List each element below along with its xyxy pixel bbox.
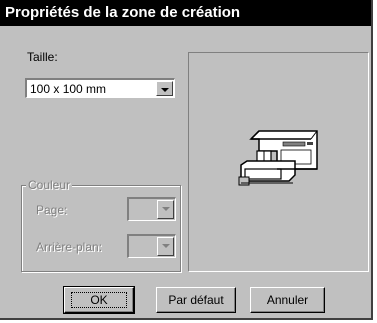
dialog-title: Propriétés de la zone de création (0, 0, 371, 26)
ok-button[interactable]: OK (63, 286, 135, 314)
size-select[interactable]: 100 x 100 mm (25, 78, 175, 98)
default-button[interactable]: Par défaut (156, 287, 236, 313)
design-area-preview (188, 52, 369, 272)
chevron-down-icon[interactable] (157, 237, 174, 256)
page-color-label: Page: (36, 203, 68, 217)
background-color-select[interactable] (127, 234, 176, 258)
chevron-down-icon[interactable] (157, 200, 174, 219)
ok-button-label: OK (90, 293, 108, 307)
size-select-value: 100 x 100 mm (30, 82, 107, 96)
size-label: Taille: (27, 50, 58, 64)
cancel-button[interactable]: Annuler (250, 287, 325, 313)
default-button-label: Par défaut (168, 293, 224, 307)
chevron-down-icon[interactable] (156, 81, 173, 96)
design-area-properties-dialog: Propriétés de la zone de création Taille… (0, 0, 373, 320)
sewing-machine-icon (238, 130, 318, 186)
background-color-label: Arrière-plan: (36, 240, 103, 254)
cancel-button-label: Annuler (266, 293, 309, 307)
color-group-label: Couleur (26, 178, 73, 192)
page-color-select[interactable] (127, 197, 176, 221)
